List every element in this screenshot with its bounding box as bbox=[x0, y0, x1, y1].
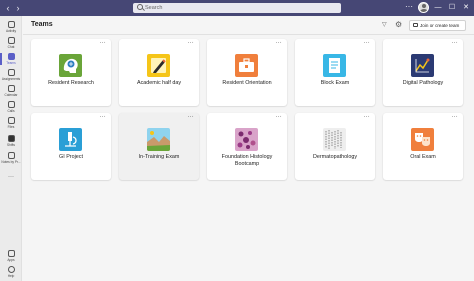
search-placeholder: Search bbox=[145, 5, 163, 11]
rail-label: Teams bbox=[6, 61, 16, 65]
rail-item-activity[interactable]: Activity bbox=[0, 20, 22, 36]
file-icon bbox=[7, 117, 15, 124]
rail-item-files[interactable]: Files bbox=[0, 116, 22, 132]
teams-header: Teams ▽ ⚙ Join or create team bbox=[23, 16, 474, 35]
more-icon: ··· bbox=[8, 174, 14, 180]
team-name: GI Project bbox=[59, 154, 83, 160]
more-options-icon[interactable]: ··· bbox=[99, 114, 106, 120]
bell-icon bbox=[7, 21, 15, 28]
forward-arrow-icon[interactable]: › bbox=[14, 3, 22, 13]
team-name: Dermatopathology bbox=[312, 154, 358, 160]
rail-label: Calls bbox=[7, 109, 15, 113]
more-options-icon[interactable]: ··· bbox=[275, 114, 282, 120]
team-name: Foundation Histology Bootcamp bbox=[221, 154, 273, 167]
app-rail: Activity Chat Teams Assignments Calendar… bbox=[0, 16, 22, 281]
more-options-icon[interactable]: ··· bbox=[363, 40, 370, 46]
close-button[interactable]: ✕ bbox=[461, 2, 471, 13]
rail-item-help[interactable]: Help bbox=[0, 265, 22, 281]
landscape-image-icon bbox=[147, 128, 170, 151]
team-name: Academic half day bbox=[136, 80, 182, 86]
team-card-gi-project[interactable]: ··· GI Project bbox=[31, 113, 111, 180]
team-card-academic-half-day[interactable]: ··· Academic half day bbox=[119, 39, 199, 106]
rail-label: Calendar bbox=[4, 93, 18, 97]
team-name: Resident Research bbox=[48, 80, 94, 86]
join-or-create-team-button[interactable]: Join or create team bbox=[409, 20, 466, 31]
chart-icon bbox=[411, 54, 434, 77]
team-name: In-Training Exam bbox=[138, 154, 180, 160]
more-options-icon[interactable]: ··· bbox=[275, 40, 282, 46]
title-bar: ‹ › Search ··· — ☐ ✕ bbox=[0, 0, 474, 16]
rail-item-shifts[interactable]: Shifts bbox=[0, 134, 22, 150]
team-name: Oral Exam bbox=[410, 154, 436, 160]
teams-icon bbox=[7, 53, 15, 60]
rail-item-calendar[interactable]: Calendar bbox=[0, 84, 22, 100]
team-card-block-exam[interactable]: ··· Block Exam bbox=[295, 39, 375, 106]
more-options-icon[interactable]: ··· bbox=[187, 40, 194, 46]
shifts-icon bbox=[7, 135, 15, 142]
rail-label: Activity bbox=[5, 29, 17, 33]
calendar-icon bbox=[7, 85, 15, 92]
team-card-resident-orientation[interactable]: ··· Resident Orientation bbox=[207, 39, 287, 106]
avatar[interactable] bbox=[418, 2, 429, 13]
main-content: Teams ▽ ⚙ Join or create team ··· Reside… bbox=[23, 16, 474, 281]
more-options-icon[interactable]: ··· bbox=[405, 3, 413, 11]
rail-item-apps[interactable]: Apps bbox=[0, 249, 22, 265]
team-name: Resident Orientation bbox=[222, 80, 272, 86]
team-card-resident-research[interactable]: ··· Resident Research bbox=[31, 39, 111, 106]
rail-label: Chat bbox=[7, 45, 15, 49]
team-name: Block Exam bbox=[320, 80, 350, 86]
document-icon bbox=[323, 54, 346, 77]
team-name: Digital Pathology bbox=[402, 80, 444, 86]
rail-item-notes[interactable]: Notes by Pr... bbox=[0, 151, 22, 167]
phone-icon bbox=[7, 101, 15, 108]
more-options-icon[interactable]: ··· bbox=[363, 114, 370, 120]
more-options-icon[interactable]: ··· bbox=[187, 114, 194, 120]
brain-icon bbox=[59, 54, 82, 77]
rail-label: Apps bbox=[7, 258, 15, 262]
rail-item-calls[interactable]: Calls bbox=[0, 100, 22, 116]
more-options-icon[interactable]: ··· bbox=[451, 40, 458, 46]
notes-icon bbox=[7, 152, 15, 159]
rail-label: Assignments bbox=[1, 77, 21, 81]
search-input[interactable]: Search bbox=[133, 3, 341, 13]
help-icon bbox=[7, 266, 15, 273]
minimize-button[interactable]: — bbox=[433, 2, 443, 13]
microscope-icon bbox=[59, 128, 82, 151]
team-card-foundation-histology-bootcamp[interactable]: ··· Foundation Histology Bootcamp bbox=[207, 113, 287, 180]
theater-masks-icon bbox=[411, 128, 434, 151]
page-title: Teams bbox=[31, 21, 53, 28]
more-options-icon[interactable]: ··· bbox=[99, 40, 106, 46]
team-card-dermatopathology[interactable]: ··· Dermatopathology bbox=[295, 113, 375, 180]
team-card-in-training-exam[interactable]: ··· In-Training Exam bbox=[119, 113, 199, 180]
chat-icon bbox=[7, 37, 15, 44]
back-arrow-icon[interactable]: ‹ bbox=[4, 3, 12, 13]
skin-image-icon bbox=[323, 128, 346, 151]
rail-item-more[interactable]: ··· bbox=[0, 172, 22, 188]
team-card-digital-pathology[interactable]: ··· Digital Pathology bbox=[383, 39, 463, 106]
join-button-label: Join or create team bbox=[420, 23, 460, 28]
apps-icon bbox=[7, 250, 15, 257]
rail-item-chat[interactable]: Chat bbox=[0, 36, 22, 52]
filter-icon[interactable]: ▽ bbox=[382, 22, 388, 28]
pencil-icon bbox=[147, 54, 170, 77]
team-icon bbox=[413, 23, 418, 27]
team-card-oral-exam[interactable]: ··· Oral Exam bbox=[383, 113, 463, 180]
rail-label: Shifts bbox=[7, 143, 15, 147]
search-icon bbox=[137, 4, 143, 10]
histology-image-icon bbox=[235, 128, 258, 151]
rail-item-teams[interactable]: Teams bbox=[0, 52, 22, 68]
rail-item-assignments[interactable]: Assignments bbox=[0, 68, 22, 84]
rail-label: Files bbox=[7, 125, 15, 129]
assignments-icon bbox=[7, 69, 15, 76]
more-options-icon[interactable]: ··· bbox=[451, 114, 458, 120]
maximize-button[interactable]: ☐ bbox=[447, 2, 457, 13]
rail-label: Notes by Pr... bbox=[1, 160, 21, 164]
briefcase-icon bbox=[235, 54, 258, 77]
rail-label: Help bbox=[7, 274, 15, 278]
gear-icon[interactable]: ⚙ bbox=[395, 21, 403, 29]
